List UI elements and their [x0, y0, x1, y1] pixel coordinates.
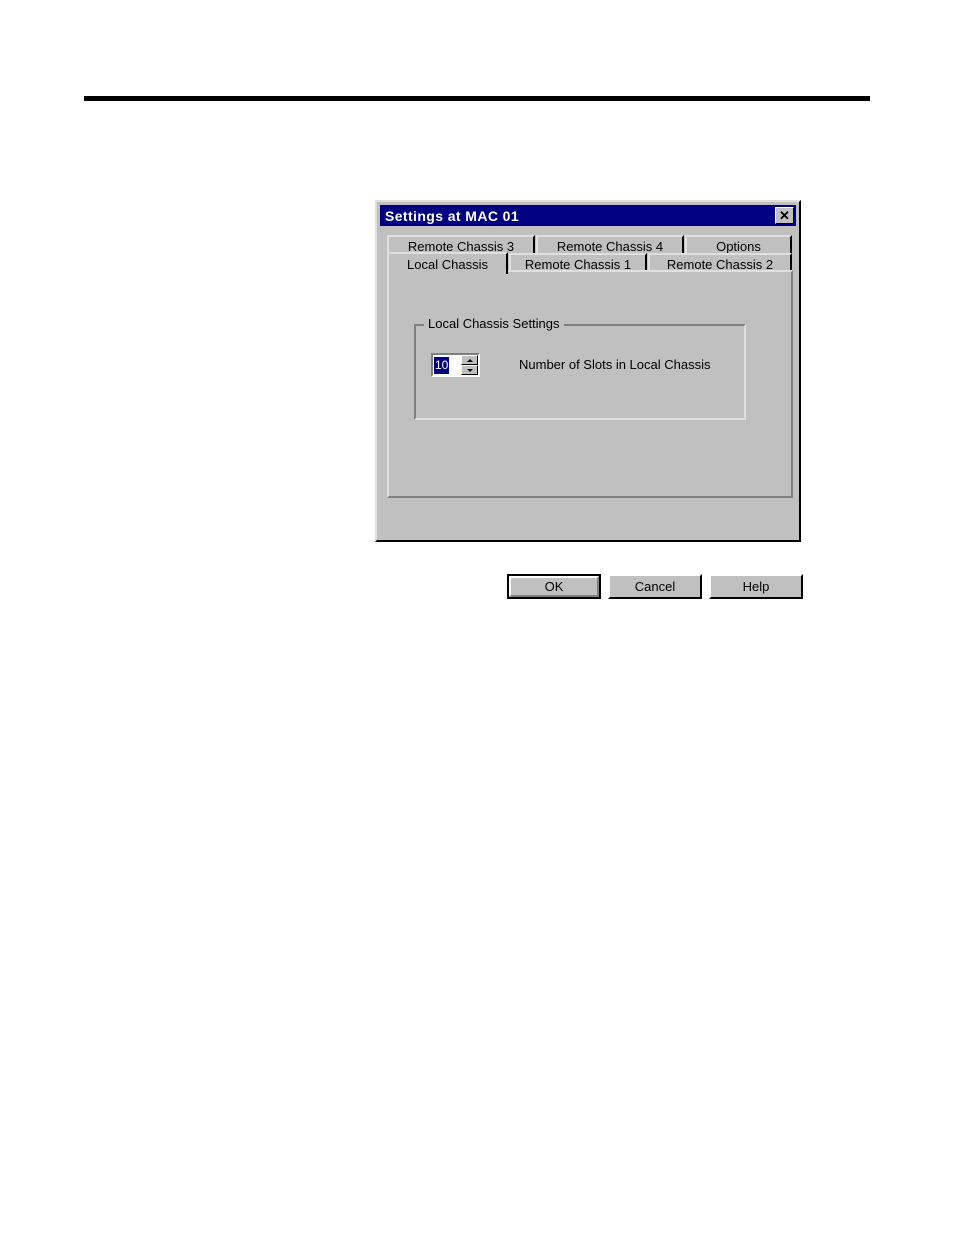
- slots-value: 10: [434, 356, 450, 374]
- local-chassis-panel: Local Chassis Settings 10 Number of Slot…: [387, 270, 793, 498]
- spinner-buttons: [461, 355, 478, 375]
- settings-dialog: Settings at MAC 01 ✕ Remote Chassis 3 Re…: [375, 200, 803, 599]
- cancel-button-label: Cancel: [634, 579, 676, 594]
- close-icon: ✕: [779, 208, 790, 223]
- tab-content-panel: Local Chassis Settings 10 Number of Slot…: [387, 270, 803, 698]
- tab-label: Options: [716, 238, 761, 254]
- slots-input[interactable]: 10: [433, 355, 461, 375]
- chevron-down-icon: [466, 368, 473, 372]
- local-chassis-settings-group: Local Chassis Settings 10 Number of Slot…: [414, 316, 746, 420]
- tab-options[interactable]: Options: [685, 235, 792, 255]
- dialog-footer: OK Cancel Help: [507, 574, 805, 599]
- cancel-button[interactable]: Cancel: [608, 574, 702, 599]
- ok-button-inner: OK: [509, 576, 599, 597]
- groupbox-legend: Local Chassis Settings: [424, 316, 564, 331]
- chevron-up-icon: [466, 358, 473, 362]
- tab-label: Remote Chassis 4: [556, 238, 664, 254]
- help-button[interactable]: Help: [709, 574, 803, 599]
- tab-local-chassis[interactable]: Local Chassis: [387, 252, 508, 274]
- tab-label: Local Chassis: [407, 256, 488, 272]
- page-horizontal-rule: [84, 96, 870, 101]
- spinner-up-button[interactable]: [461, 355, 478, 365]
- slots-label: Number of Slots in Local Chassis: [519, 357, 711, 372]
- slots-spinner[interactable]: 10: [431, 353, 480, 377]
- tab-remote-chassis-4[interactable]: Remote Chassis 4: [536, 235, 684, 255]
- spinner-down-button[interactable]: [461, 365, 478, 375]
- help-button-label: Help: [742, 579, 770, 594]
- close-button[interactable]: ✕: [775, 207, 794, 224]
- ok-button-label: OK: [544, 579, 564, 594]
- ok-button[interactable]: OK: [507, 574, 601, 599]
- tab-strip: Remote Chassis 3 Remote Chassis 4 Option…: [387, 235, 793, 274]
- dialog-title: Settings at MAC 01: [385, 207, 519, 224]
- dialog-titlebar[interactable]: Settings at MAC 01 ✕: [380, 205, 796, 226]
